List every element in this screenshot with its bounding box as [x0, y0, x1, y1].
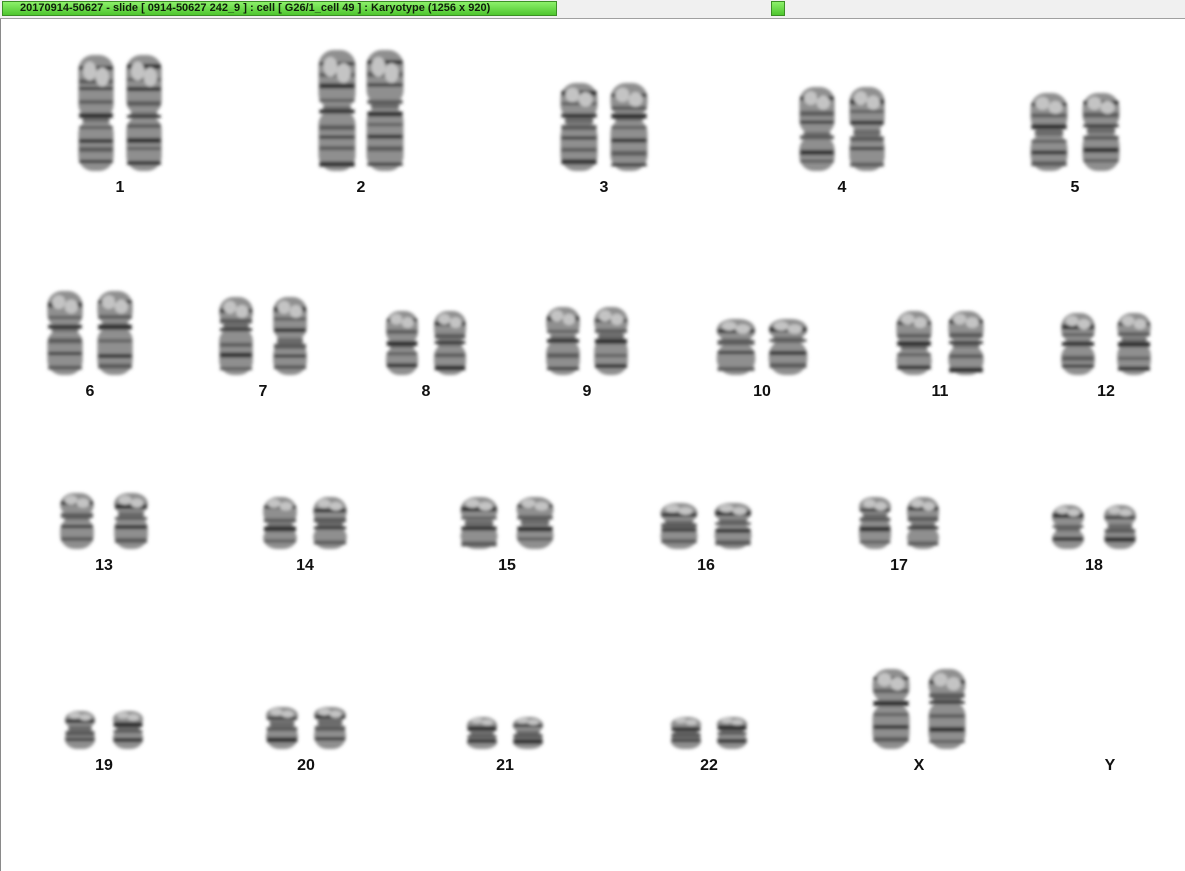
- chromosome-2-a[interactable]: [315, 48, 359, 173]
- chromosome-15-b[interactable]: [513, 495, 557, 551]
- chromosome-label: 6: [85, 383, 95, 400]
- chromosome-x-a[interactable]: [869, 667, 913, 751]
- chromosome-label: 9: [582, 383, 592, 400]
- chromosome-label: 5: [1070, 179, 1080, 196]
- chromosome-11-b[interactable]: [945, 309, 987, 377]
- chromosome-10-a[interactable]: [713, 317, 759, 377]
- chromosome-14-b[interactable]: [310, 495, 350, 551]
- chromosome-label: 15: [498, 557, 516, 574]
- chromosome-3-a[interactable]: [557, 81, 601, 173]
- chromosome-4-b[interactable]: [846, 85, 888, 173]
- karyotype-window: 20170914-50627 - slide [ 0914-50627 242_…: [0, 0, 1185, 871]
- chromosome-18-a[interactable]: [1049, 503, 1087, 551]
- chromosome-label: 10: [753, 383, 771, 400]
- chromosome-22-b[interactable]: [714, 715, 750, 751]
- chromosome-label: 8: [421, 383, 431, 400]
- chromosome-label: 18: [1085, 557, 1103, 574]
- chromosome-4-a[interactable]: [796, 85, 838, 173]
- chromosome-14-a[interactable]: [260, 495, 300, 551]
- chromosome-label: 20: [297, 757, 315, 774]
- chromosome-label: 7: [258, 383, 268, 400]
- chromosome-label: 12: [1097, 383, 1115, 400]
- chromosome-x-b[interactable]: [925, 667, 969, 751]
- chromosome-label: 17: [890, 557, 908, 574]
- chromosome-label: 22: [700, 757, 718, 774]
- chromosome-11-a[interactable]: [893, 309, 935, 377]
- chromosome-19-b[interactable]: [110, 709, 146, 751]
- chromosome-6-a[interactable]: [44, 289, 86, 377]
- chromosome-22-a[interactable]: [668, 715, 704, 751]
- chromosome-19-a[interactable]: [62, 709, 98, 751]
- chromosome-20-a[interactable]: [263, 705, 301, 751]
- secondary-tab[interactable]: [771, 1, 785, 16]
- chromosome-6-b[interactable]: [94, 289, 136, 377]
- chromosome-9-a[interactable]: [543, 305, 583, 377]
- chromosome-13-a[interactable]: [57, 491, 97, 551]
- chromosome-1-a[interactable]: [75, 53, 117, 173]
- chromosome-8-b[interactable]: [431, 309, 469, 377]
- title-bar: 20170914-50627 - slide [ 0914-50627 242_…: [0, 0, 1185, 19]
- chromosome-12-a[interactable]: [1058, 311, 1098, 377]
- chromosome-12-b[interactable]: [1114, 311, 1154, 377]
- chromosome-2-b[interactable]: [363, 48, 407, 173]
- chromosome-label: 3: [599, 179, 609, 196]
- chromosome-9-b[interactable]: [591, 305, 631, 377]
- chromosome-13-b[interactable]: [111, 491, 151, 551]
- chromosome-8-a[interactable]: [383, 309, 421, 377]
- chromosome-label: 13: [95, 557, 113, 574]
- chromosome-7-b[interactable]: [270, 295, 310, 377]
- chromosome-16-b[interactable]: [711, 501, 755, 551]
- chromosome-17-a[interactable]: [856, 495, 894, 551]
- chromosome-label: 14: [296, 557, 314, 574]
- chromosome-1-b[interactable]: [123, 53, 165, 173]
- karyotype-canvas: 1 2 3 4 5 6 7 8 9 10 11 12 13 14 15 16 17 18 19 20 21 22 X Y: [0, 19, 1185, 871]
- chromosome-3-b[interactable]: [607, 81, 651, 173]
- chromosome-label: 16: [697, 557, 715, 574]
- chromosome-label: Y: [1104, 757, 1116, 774]
- chromosome-label: 21: [496, 757, 514, 774]
- chromosome-label: 4: [837, 179, 847, 196]
- chromosome-label: 1: [115, 179, 125, 196]
- chromosome-17-b[interactable]: [904, 495, 942, 551]
- chromosome-label: X: [913, 757, 925, 774]
- chromosome-5-a[interactable]: [1027, 91, 1071, 173]
- window-title-tab[interactable]: 20170914-50627 - slide [ 0914-50627 242_…: [2, 1, 557, 16]
- chromosome-5-b[interactable]: [1079, 91, 1123, 173]
- chromosome-21-b[interactable]: [510, 715, 546, 751]
- chromosome-label: 19: [95, 757, 113, 774]
- chromosome-15-a[interactable]: [457, 495, 501, 551]
- chromosome-10-b[interactable]: [765, 317, 811, 377]
- chromosome-7-a[interactable]: [216, 295, 256, 377]
- chromosome-label: 11: [931, 383, 949, 400]
- chromosome-16-a[interactable]: [657, 501, 701, 551]
- chromosome-18-b[interactable]: [1101, 503, 1139, 551]
- chromosome-label: 2: [356, 179, 366, 196]
- chromosome-21-a[interactable]: [464, 715, 500, 751]
- chromosome-20-b[interactable]: [311, 705, 349, 751]
